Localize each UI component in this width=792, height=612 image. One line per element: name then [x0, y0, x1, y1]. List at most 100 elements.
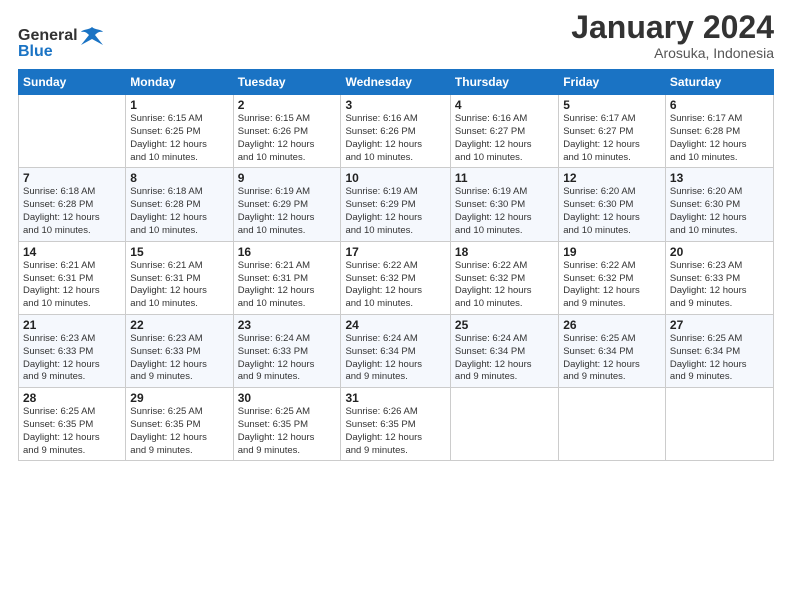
- week-row-4: 21Sunrise: 6:23 AM Sunset: 6:33 PM Dayli…: [19, 314, 774, 387]
- day-info: Sunrise: 6:25 AM Sunset: 6:35 PM Dayligh…: [23, 406, 121, 457]
- day-number: 3: [345, 98, 445, 112]
- day-number: 13: [670, 171, 769, 185]
- day-info: Sunrise: 6:24 AM Sunset: 6:33 PM Dayligh…: [238, 333, 337, 384]
- header-wednesday: Wednesday: [341, 70, 450, 95]
- day-cell: 16Sunrise: 6:21 AM Sunset: 6:31 PM Dayli…: [233, 241, 341, 314]
- day-number: 12: [563, 171, 661, 185]
- day-info: Sunrise: 6:23 AM Sunset: 6:33 PM Dayligh…: [670, 260, 769, 311]
- week-row-1: 1Sunrise: 6:15 AM Sunset: 6:25 PM Daylig…: [19, 95, 774, 168]
- day-number: 30: [238, 391, 337, 405]
- day-number: 22: [130, 318, 228, 332]
- day-cell: 31Sunrise: 6:26 AM Sunset: 6:35 PM Dayli…: [341, 388, 450, 461]
- page: General Blue January 2024 Arosuka, Indon…: [0, 0, 792, 612]
- day-cell: 10Sunrise: 6:19 AM Sunset: 6:29 PM Dayli…: [341, 168, 450, 241]
- day-cell: 3Sunrise: 6:16 AM Sunset: 6:26 PM Daylig…: [341, 95, 450, 168]
- day-cell: [665, 388, 773, 461]
- month-title: January 2024: [571, 10, 774, 45]
- day-cell: 28Sunrise: 6:25 AM Sunset: 6:35 PM Dayli…: [19, 388, 126, 461]
- day-cell: 8Sunrise: 6:18 AM Sunset: 6:28 PM Daylig…: [126, 168, 233, 241]
- day-number: 4: [455, 98, 554, 112]
- day-info: Sunrise: 6:19 AM Sunset: 6:30 PM Dayligh…: [455, 186, 554, 237]
- day-number: 15: [130, 245, 228, 259]
- header-tuesday: Tuesday: [233, 70, 341, 95]
- day-info: Sunrise: 6:25 AM Sunset: 6:34 PM Dayligh…: [670, 333, 769, 384]
- day-number: 2: [238, 98, 337, 112]
- day-info: Sunrise: 6:25 AM Sunset: 6:35 PM Dayligh…: [238, 406, 337, 457]
- day-number: 27: [670, 318, 769, 332]
- day-info: Sunrise: 6:22 AM Sunset: 6:32 PM Dayligh…: [345, 260, 445, 311]
- day-number: 28: [23, 391, 121, 405]
- day-number: 1: [130, 98, 228, 112]
- day-cell: 26Sunrise: 6:25 AM Sunset: 6:34 PM Dayli…: [559, 314, 666, 387]
- day-cell: 24Sunrise: 6:24 AM Sunset: 6:34 PM Dayli…: [341, 314, 450, 387]
- day-info: Sunrise: 6:18 AM Sunset: 6:28 PM Dayligh…: [23, 186, 121, 237]
- header-sunday: Sunday: [19, 70, 126, 95]
- logo-blue: Blue: [18, 43, 53, 61]
- location: Arosuka, Indonesia: [571, 45, 774, 61]
- day-number: 14: [23, 245, 121, 259]
- day-number: 24: [345, 318, 445, 332]
- day-number: 31: [345, 391, 445, 405]
- week-row-5: 28Sunrise: 6:25 AM Sunset: 6:35 PM Dayli…: [19, 388, 774, 461]
- header-thursday: Thursday: [450, 70, 558, 95]
- day-info: Sunrise: 6:17 AM Sunset: 6:27 PM Dayligh…: [563, 113, 661, 164]
- header-monday: Monday: [126, 70, 233, 95]
- calendar-header-row: Sunday Monday Tuesday Wednesday Thursday…: [19, 70, 774, 95]
- day-cell: 5Sunrise: 6:17 AM Sunset: 6:27 PM Daylig…: [559, 95, 666, 168]
- day-info: Sunrise: 6:21 AM Sunset: 6:31 PM Dayligh…: [130, 260, 228, 311]
- day-cell: 17Sunrise: 6:22 AM Sunset: 6:32 PM Dayli…: [341, 241, 450, 314]
- day-cell: 22Sunrise: 6:23 AM Sunset: 6:33 PM Dayli…: [126, 314, 233, 387]
- day-number: 16: [238, 245, 337, 259]
- day-info: Sunrise: 6:23 AM Sunset: 6:33 PM Dayligh…: [23, 333, 121, 384]
- day-info: Sunrise: 6:24 AM Sunset: 6:34 PM Dayligh…: [345, 333, 445, 384]
- logo: General Blue: [18, 26, 103, 61]
- day-number: 10: [345, 171, 445, 185]
- day-number: 21: [23, 318, 121, 332]
- day-cell: 4Sunrise: 6:16 AM Sunset: 6:27 PM Daylig…: [450, 95, 558, 168]
- header: General Blue January 2024 Arosuka, Indon…: [18, 10, 774, 61]
- day-number: 25: [455, 318, 554, 332]
- day-cell: 7Sunrise: 6:18 AM Sunset: 6:28 PM Daylig…: [19, 168, 126, 241]
- header-saturday: Saturday: [665, 70, 773, 95]
- day-info: Sunrise: 6:20 AM Sunset: 6:30 PM Dayligh…: [563, 186, 661, 237]
- day-cell: 21Sunrise: 6:23 AM Sunset: 6:33 PM Dayli…: [19, 314, 126, 387]
- day-cell: 29Sunrise: 6:25 AM Sunset: 6:35 PM Dayli…: [126, 388, 233, 461]
- day-number: 7: [23, 171, 121, 185]
- day-cell: 6Sunrise: 6:17 AM Sunset: 6:28 PM Daylig…: [665, 95, 773, 168]
- week-row-2: 7Sunrise: 6:18 AM Sunset: 6:28 PM Daylig…: [19, 168, 774, 241]
- day-number: 9: [238, 171, 337, 185]
- day-info: Sunrise: 6:21 AM Sunset: 6:31 PM Dayligh…: [238, 260, 337, 311]
- day-info: Sunrise: 6:26 AM Sunset: 6:35 PM Dayligh…: [345, 406, 445, 457]
- day-info: Sunrise: 6:25 AM Sunset: 6:34 PM Dayligh…: [563, 333, 661, 384]
- day-cell: 14Sunrise: 6:21 AM Sunset: 6:31 PM Dayli…: [19, 241, 126, 314]
- day-cell: 13Sunrise: 6:20 AM Sunset: 6:30 PM Dayli…: [665, 168, 773, 241]
- day-number: 5: [563, 98, 661, 112]
- day-info: Sunrise: 6:20 AM Sunset: 6:30 PM Dayligh…: [670, 186, 769, 237]
- day-cell: [19, 95, 126, 168]
- day-cell: 27Sunrise: 6:25 AM Sunset: 6:34 PM Dayli…: [665, 314, 773, 387]
- day-cell: 25Sunrise: 6:24 AM Sunset: 6:34 PM Dayli…: [450, 314, 558, 387]
- day-info: Sunrise: 6:19 AM Sunset: 6:29 PM Dayligh…: [238, 186, 337, 237]
- day-cell: [559, 388, 666, 461]
- logo-bird-icon: [81, 26, 103, 46]
- day-number: 18: [455, 245, 554, 259]
- day-number: 17: [345, 245, 445, 259]
- day-cell: 15Sunrise: 6:21 AM Sunset: 6:31 PM Dayli…: [126, 241, 233, 314]
- day-info: Sunrise: 6:19 AM Sunset: 6:29 PM Dayligh…: [345, 186, 445, 237]
- day-info: Sunrise: 6:18 AM Sunset: 6:28 PM Dayligh…: [130, 186, 228, 237]
- day-info: Sunrise: 6:25 AM Sunset: 6:35 PM Dayligh…: [130, 406, 228, 457]
- day-cell: 2Sunrise: 6:15 AM Sunset: 6:26 PM Daylig…: [233, 95, 341, 168]
- day-info: Sunrise: 6:16 AM Sunset: 6:26 PM Dayligh…: [345, 113, 445, 164]
- day-number: 6: [670, 98, 769, 112]
- day-cell: 11Sunrise: 6:19 AM Sunset: 6:30 PM Dayli…: [450, 168, 558, 241]
- day-info: Sunrise: 6:23 AM Sunset: 6:33 PM Dayligh…: [130, 333, 228, 384]
- day-cell: 1Sunrise: 6:15 AM Sunset: 6:25 PM Daylig…: [126, 95, 233, 168]
- day-info: Sunrise: 6:24 AM Sunset: 6:34 PM Dayligh…: [455, 333, 554, 384]
- day-cell: 23Sunrise: 6:24 AM Sunset: 6:33 PM Dayli…: [233, 314, 341, 387]
- day-number: 8: [130, 171, 228, 185]
- day-info: Sunrise: 6:16 AM Sunset: 6:27 PM Dayligh…: [455, 113, 554, 164]
- day-cell: 12Sunrise: 6:20 AM Sunset: 6:30 PM Dayli…: [559, 168, 666, 241]
- day-cell: 9Sunrise: 6:19 AM Sunset: 6:29 PM Daylig…: [233, 168, 341, 241]
- day-number: 26: [563, 318, 661, 332]
- day-number: 11: [455, 171, 554, 185]
